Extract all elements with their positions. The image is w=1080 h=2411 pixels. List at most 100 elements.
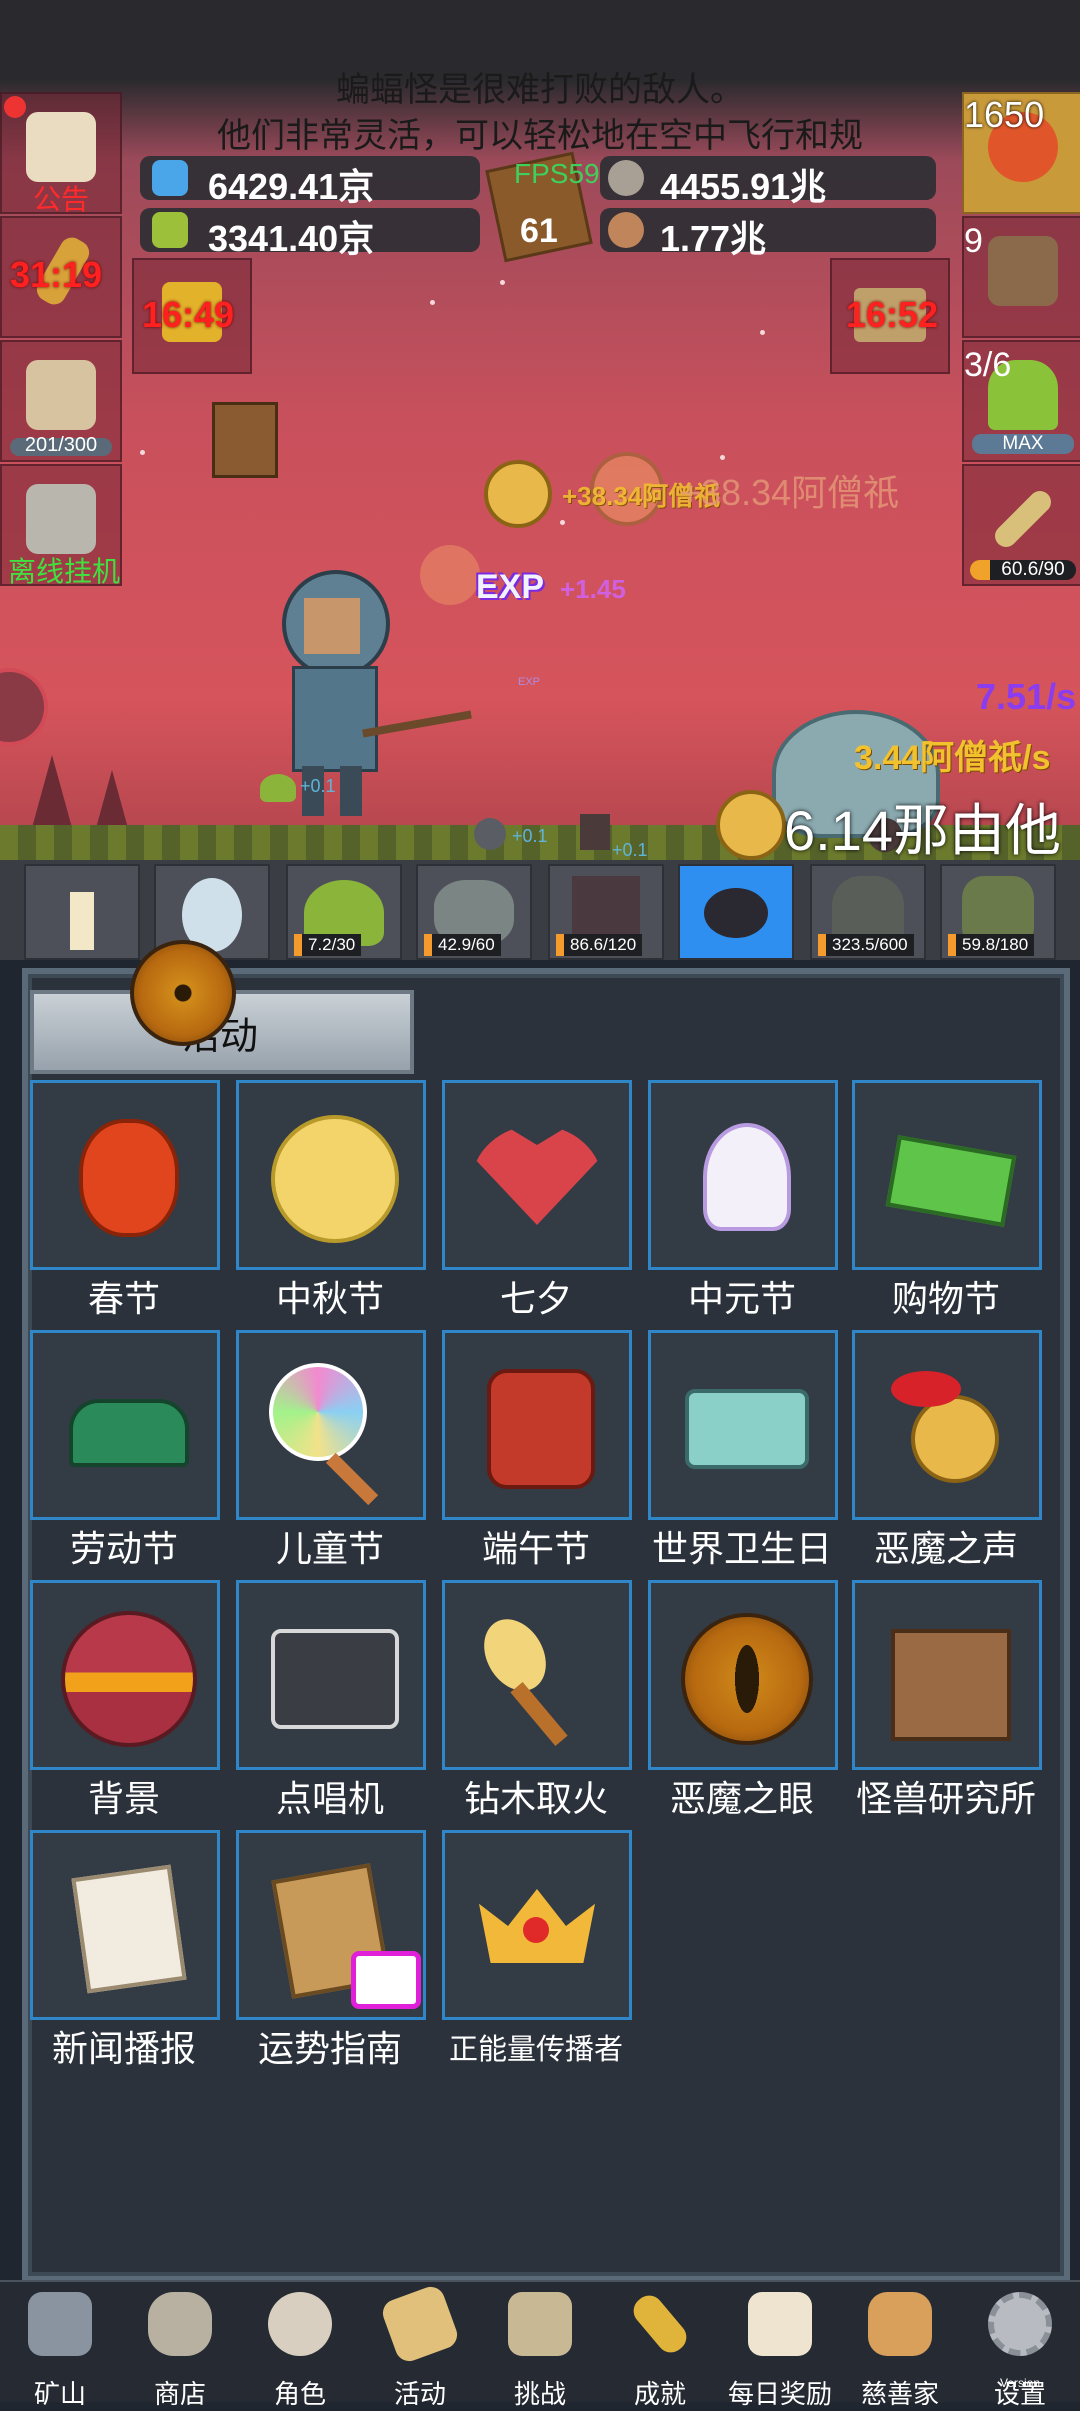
event-fire-drill[interactable]: [442, 1580, 632, 1770]
nav-shop[interactable]: 商店: [120, 2282, 240, 2409]
nav-philanthropist[interactable]: 慈善家: [840, 2282, 960, 2409]
monster-count: 42.9/60: [424, 934, 501, 956]
skull-icon: [268, 2292, 332, 2356]
event-qixi[interactable]: [442, 1080, 632, 1270]
nav-daily-reward[interactable]: 每日奖励: [720, 2282, 840, 2409]
key-offline-icon: [26, 484, 96, 554]
golden-chest-button[interactable]: 16:49: [132, 258, 252, 374]
gold-total: 6.14那由他: [784, 799, 1061, 862]
sunset-icon: [59, 1609, 197, 1747]
offline-button[interactable]: 离线挂机: [0, 464, 122, 587]
monster-slot-spider[interactable]: [678, 864, 794, 960]
bat-enemy[interactable]: [580, 814, 610, 850]
candle-icon: [70, 892, 94, 950]
torch-timer: 31:19: [10, 254, 103, 295]
fps-counter: FPS59: [514, 158, 600, 189]
story-line-2: 他们非常灵活，可以轻松地在空中飞行和规: [217, 117, 863, 155]
event-spring-festival[interactable]: [30, 1080, 220, 1270]
slime-button[interactable]: 3/6 MAX: [962, 340, 1080, 462]
monster-slot-green-slime[interactable]: 7.2/30: [286, 864, 402, 960]
nav-character[interactable]: 角色: [240, 2282, 360, 2409]
spider-icon: [704, 888, 768, 938]
event-label: 新闻播报: [51, 2028, 196, 2069]
torch-button[interactable]: 31:19: [0, 216, 122, 338]
sword-button[interactable]: 60.6/90: [962, 464, 1080, 586]
event-monster-lab[interactable]: [852, 1580, 1042, 1770]
gear-icon: [988, 2292, 1052, 2356]
monster-slot-bat[interactable]: 86.6/120: [548, 864, 664, 960]
nav-label: 角色: [273, 2379, 326, 2409]
ghost-icon: [677, 1109, 809, 1241]
potion-button[interactable]: 1650: [962, 92, 1080, 214]
meat-icon: [608, 212, 644, 248]
monster-slot-candle[interactable]: [24, 864, 140, 960]
notice-button[interactable]: 公告: [0, 92, 122, 215]
event-label: 中秋节: [275, 1278, 384, 1319]
event-jukebox[interactable]: [236, 1580, 426, 1770]
event-label: 恶魔之眼: [669, 1778, 814, 1819]
crown-icon: [471, 1859, 603, 1991]
event-shopping-festival[interactable]: [852, 1080, 1042, 1270]
event-label: 恶魔之声: [873, 1528, 1018, 1569]
chest-timer: 16:49: [142, 294, 235, 335]
nav-label: 活动: [393, 2379, 446, 2409]
gold-coin-drop-icon-3: [420, 545, 480, 605]
cash-icon: [881, 1109, 1017, 1241]
monster-slot-gray-golem[interactable]: 42.9/60: [416, 864, 532, 960]
box-button[interactable]: 16:52: [830, 258, 950, 374]
skull-enemy[interactable]: [474, 818, 506, 850]
chest-icon: [988, 236, 1058, 306]
green-potion-icon: [152, 212, 188, 248]
event-fortune[interactable]: [236, 1830, 426, 2020]
gold-coin-drop-icon: [484, 460, 552, 528]
slime-progress: 3/6: [964, 346, 1012, 384]
treasure-chest-icon[interactable]: [212, 402, 278, 478]
small-gain-3: +0.1: [612, 840, 648, 860]
event-world-health-day[interactable]: [648, 1330, 838, 1520]
silver-coin-amount: 4455.91兆: [660, 166, 827, 207]
scroll-notice-icon: [26, 112, 96, 182]
monster-count: 7.2/30: [294, 934, 362, 956]
stone-icon: [148, 2292, 212, 2356]
story-line-1: 蝙蝠怪是很难打败的敌人。: [336, 71, 744, 109]
nav-achievement[interactable]: 成就: [600, 2282, 720, 2409]
nav-label: 矿山: [33, 2379, 86, 2409]
blue-potion-amount: 6429.41京: [208, 166, 375, 207]
bell-icon: [881, 1359, 1013, 1491]
event-ghost-festival[interactable]: [648, 1080, 838, 1270]
moon-icon: [265, 1109, 399, 1243]
notification-dot: [4, 96, 26, 118]
event-dragon-boat[interactable]: [442, 1330, 632, 1520]
monster-slot-hooded-ghost[interactable]: 323.5/600: [810, 864, 926, 960]
event-label: 点唱机: [275, 1778, 384, 1819]
ambulance-icon: [677, 1359, 809, 1491]
event-positive-energy[interactable]: [442, 1830, 632, 2020]
scroll-icon: [378, 2282, 462, 2366]
nav-label: 商店: [153, 2379, 206, 2409]
event-labor-day[interactable]: [30, 1330, 220, 1520]
mug-button[interactable]: 201/300: [0, 340, 122, 462]
event-childrens-day[interactable]: [236, 1330, 426, 1520]
nav-challenge[interactable]: 挑战: [480, 2282, 600, 2409]
nav-activity[interactable]: 活动: [360, 2282, 480, 2409]
event-demon-voice[interactable]: [852, 1330, 1042, 1520]
demon-eye-icon[interactable]: [130, 940, 236, 1046]
demon-eye-icon: [677, 1609, 813, 1745]
lantern-nav-icon: [28, 2292, 92, 2356]
small-slime-enemy[interactable]: [260, 774, 296, 802]
event-news[interactable]: [30, 1830, 220, 2020]
envelope-icon: [748, 2292, 812, 2356]
bread-icon: [868, 2292, 932, 2356]
meat-amount: 1.77兆: [660, 218, 767, 259]
chest-button[interactable]: 9: [962, 216, 1080, 338]
event-background[interactable]: [30, 1580, 220, 1770]
event-demon-eye[interactable]: [648, 1580, 838, 1770]
monster-count: 86.6/120: [556, 934, 643, 956]
nav-mine[interactable]: 矿山: [0, 2282, 120, 2409]
event-label: 怪兽研究所: [855, 1778, 1036, 1819]
event-mid-autumn[interactable]: [236, 1080, 426, 1270]
monster-slot-goblin[interactable]: 59.8/180: [940, 864, 1056, 960]
monster-count: 59.8/180: [948, 934, 1035, 956]
chat-heart-icon: [351, 1951, 421, 2009]
event-label: 正能量传播者: [448, 2034, 623, 2066]
